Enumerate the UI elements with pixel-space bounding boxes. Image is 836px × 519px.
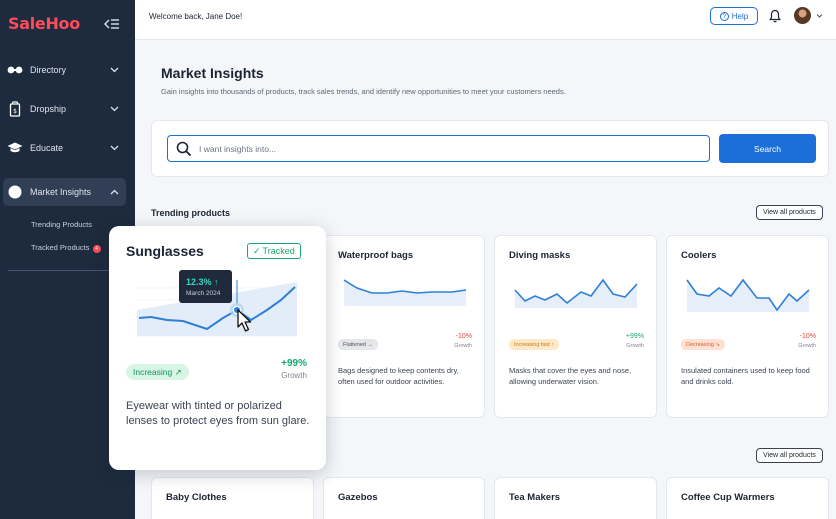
product-card-baby-clothes[interactable]: Baby Clothes [151, 477, 314, 519]
check-icon: ✓ [253, 245, 261, 256]
product-title: Baby Clothes [166, 492, 227, 503]
top-bar: Welcome back, Jane Doe! ? Help [135, 0, 836, 40]
trend-badge: Increasing fast ↑ [509, 339, 560, 350]
tooltip-date: March 2024 [186, 290, 221, 297]
product-title: Diving masks [509, 250, 571, 261]
sidebar-item-label: Directory [30, 65, 67, 75]
product-title: Coolers [681, 250, 717, 261]
page-subtitle: Gain insights into thousands of products… [161, 87, 566, 96]
count-badge: 4 [92, 245, 101, 253]
help-button[interactable]: ? Help [710, 7, 758, 25]
box-icon: $ [7, 101, 23, 117]
view-all-products-button[interactable]: View all products [756, 205, 823, 220]
search-input[interactable] [199, 140, 699, 158]
product-description: Masks that cover the eyes and nose, allo… [509, 366, 632, 386]
welcome-message: Welcome back, Jane Doe! [149, 12, 243, 21]
product-title: Tea Makers [509, 492, 561, 503]
growth-label: Growth [626, 343, 644, 349]
sidebar-item-market-insights[interactable]: Market Insights [0, 178, 135, 206]
growth-label: Growth [798, 343, 816, 349]
sidebar-subitem-label: Tracked Products [31, 243, 90, 252]
bell-icon[interactable] [769, 9, 781, 23]
help-label: Help [731, 11, 749, 21]
search-icon [176, 141, 192, 157]
collapse-sidebar-icon[interactable] [104, 17, 120, 31]
product-title: Coffee Cup Warmers [681, 492, 775, 503]
tracked-label: Tracked [262, 246, 295, 256]
question-icon: ? [719, 11, 729, 21]
chevron-down-icon [110, 106, 119, 112]
page-title: Market Insights [161, 65, 264, 81]
product-description: Eyewear with tinted or polarized lenses … [126, 400, 310, 427]
sidebar-item-label: Educate [30, 143, 64, 153]
product-description: Insulated containers used to keep food a… [681, 366, 810, 386]
trend-sparkline [686, 278, 810, 312]
growth-percent: +99% [625, 333, 644, 340]
mouse-pointer-icon [237, 309, 252, 332]
trend-sparkline [514, 278, 638, 308]
growth-label: Growth [281, 371, 307, 380]
tracked-badge[interactable]: ✓ Tracked [247, 243, 301, 259]
svg-text:$: $ [13, 108, 17, 115]
sidebar-item-educate[interactable]: Educate [0, 134, 135, 162]
product-description: Bags designed to keep contents dry, ofte… [338, 366, 459, 386]
section-title-trending: Trending products [151, 208, 231, 218]
sidebar-item-label: Market Insights [30, 187, 92, 197]
search-button[interactable]: Search [719, 134, 816, 163]
chevron-up-icon [110, 189, 119, 195]
product-card-coolers[interactable]: Coolers Decreasing ↘ -10% Growth Insulat… [666, 235, 829, 418]
product-card-coffee-cup-warmers[interactable]: Coffee Cup Warmers [666, 477, 829, 519]
glasses-icon [7, 62, 23, 78]
growth-percent: +99% [281, 358, 307, 369]
product-card-tea-makers[interactable]: Tea Makers [494, 477, 657, 519]
product-card-gazebos[interactable]: Gazebos [323, 477, 485, 519]
product-title: Sunglasses [126, 243, 204, 259]
tooltip-value: 12.3% ↑ [186, 277, 219, 287]
product-title: Waterproof bags [338, 250, 414, 261]
graduation-cap-icon [7, 140, 23, 156]
sidebar-subitem-tracked-products[interactable]: Tracked Products 4 [31, 243, 101, 253]
product-card-diving-masks[interactable]: Diving masks Increasing fast ↑ +99% Grow… [494, 235, 657, 418]
chevron-down-icon [110, 67, 119, 73]
featured-product-card-sunglasses[interactable]: Sunglasses ✓ Tracked 12.3% ↑ March 2024 … [109, 226, 326, 470]
sidebar-subitem-label: Trending Products [31, 220, 93, 229]
avatar[interactable] [794, 7, 811, 24]
search-field[interactable] [167, 135, 710, 162]
chevron-down-icon [110, 145, 119, 151]
trend-badge: Decreasing ↘ [681, 339, 725, 350]
trend-sparkline [343, 279, 467, 306]
sidebar-subitem-trending-products[interactable]: Trending Products [31, 220, 92, 229]
trend-badge: Increasing ↗ [126, 364, 189, 380]
search-panel: Search [151, 120, 829, 177]
chevron-down-icon[interactable] [816, 13, 823, 19]
growth-label: Growth [454, 343, 472, 349]
sidebar-item-label: Dropship [30, 104, 67, 114]
salehoo-logo[interactable]: SaleHoo [8, 14, 80, 33]
product-title: Gazebos [338, 492, 378, 503]
product-card-waterproof-bags[interactable]: Waterproof bags Flattened → -10% Growth … [323, 235, 485, 418]
sidebar-item-directory[interactable]: Directory [0, 56, 135, 84]
chart-tooltip: 12.3% ↑ March 2024 [179, 270, 232, 303]
view-all-products-button[interactable]: View all products [756, 448, 823, 463]
growth-percent: -10% [799, 333, 816, 340]
sidebar-item-dropship[interactable]: $ Dropship [0, 95, 135, 123]
trend-badge: Flattened → [338, 339, 378, 350]
growth-percent: -10% [455, 333, 472, 340]
circle-icon [7, 184, 23, 200]
